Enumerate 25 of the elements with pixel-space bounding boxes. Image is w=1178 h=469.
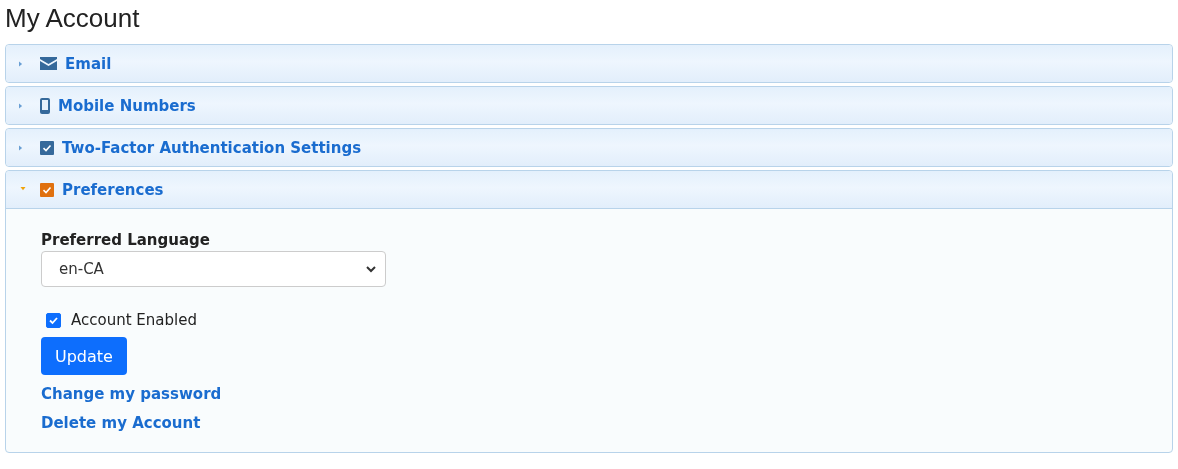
accordion-header[interactable]: Mobile Numbers	[6, 87, 1172, 124]
field-label: Preferred Language	[41, 231, 211, 249]
chevron-down-icon	[366, 265, 376, 273]
accordion-header[interactable]: Email	[6, 45, 1172, 82]
link[interactable]: Delete my Account	[41, 409, 201, 438]
language-select[interactable]: en-CA	[41, 251, 386, 287]
accordion-header[interactable]: Preferences	[6, 171, 1172, 209]
section-title: Mobile Numbers	[58, 96, 196, 115]
link[interactable]: Change my password	[41, 380, 222, 409]
checkbox-icon	[40, 182, 54, 197]
checkbox[interactable]	[46, 312, 61, 328]
caret-icon	[19, 143, 24, 152]
checkbox-label: Account Enabled	[71, 311, 197, 329]
update-button[interactable]: Update	[41, 337, 127, 375]
accordion-header[interactable]: Two-Factor Authentication Settings	[6, 129, 1172, 166]
page-title: My Account	[5, 2, 141, 35]
checkbox-icon	[40, 140, 54, 155]
section-title: Preferences	[62, 180, 164, 199]
caret-icon	[19, 187, 27, 192]
caret-icon	[19, 59, 24, 68]
caret-icon	[19, 101, 24, 110]
section-title: Two-Factor Authentication Settings	[62, 138, 362, 157]
phone-icon	[40, 97, 50, 114]
envelope-icon	[40, 57, 57, 70]
section-title: Email	[65, 54, 112, 73]
